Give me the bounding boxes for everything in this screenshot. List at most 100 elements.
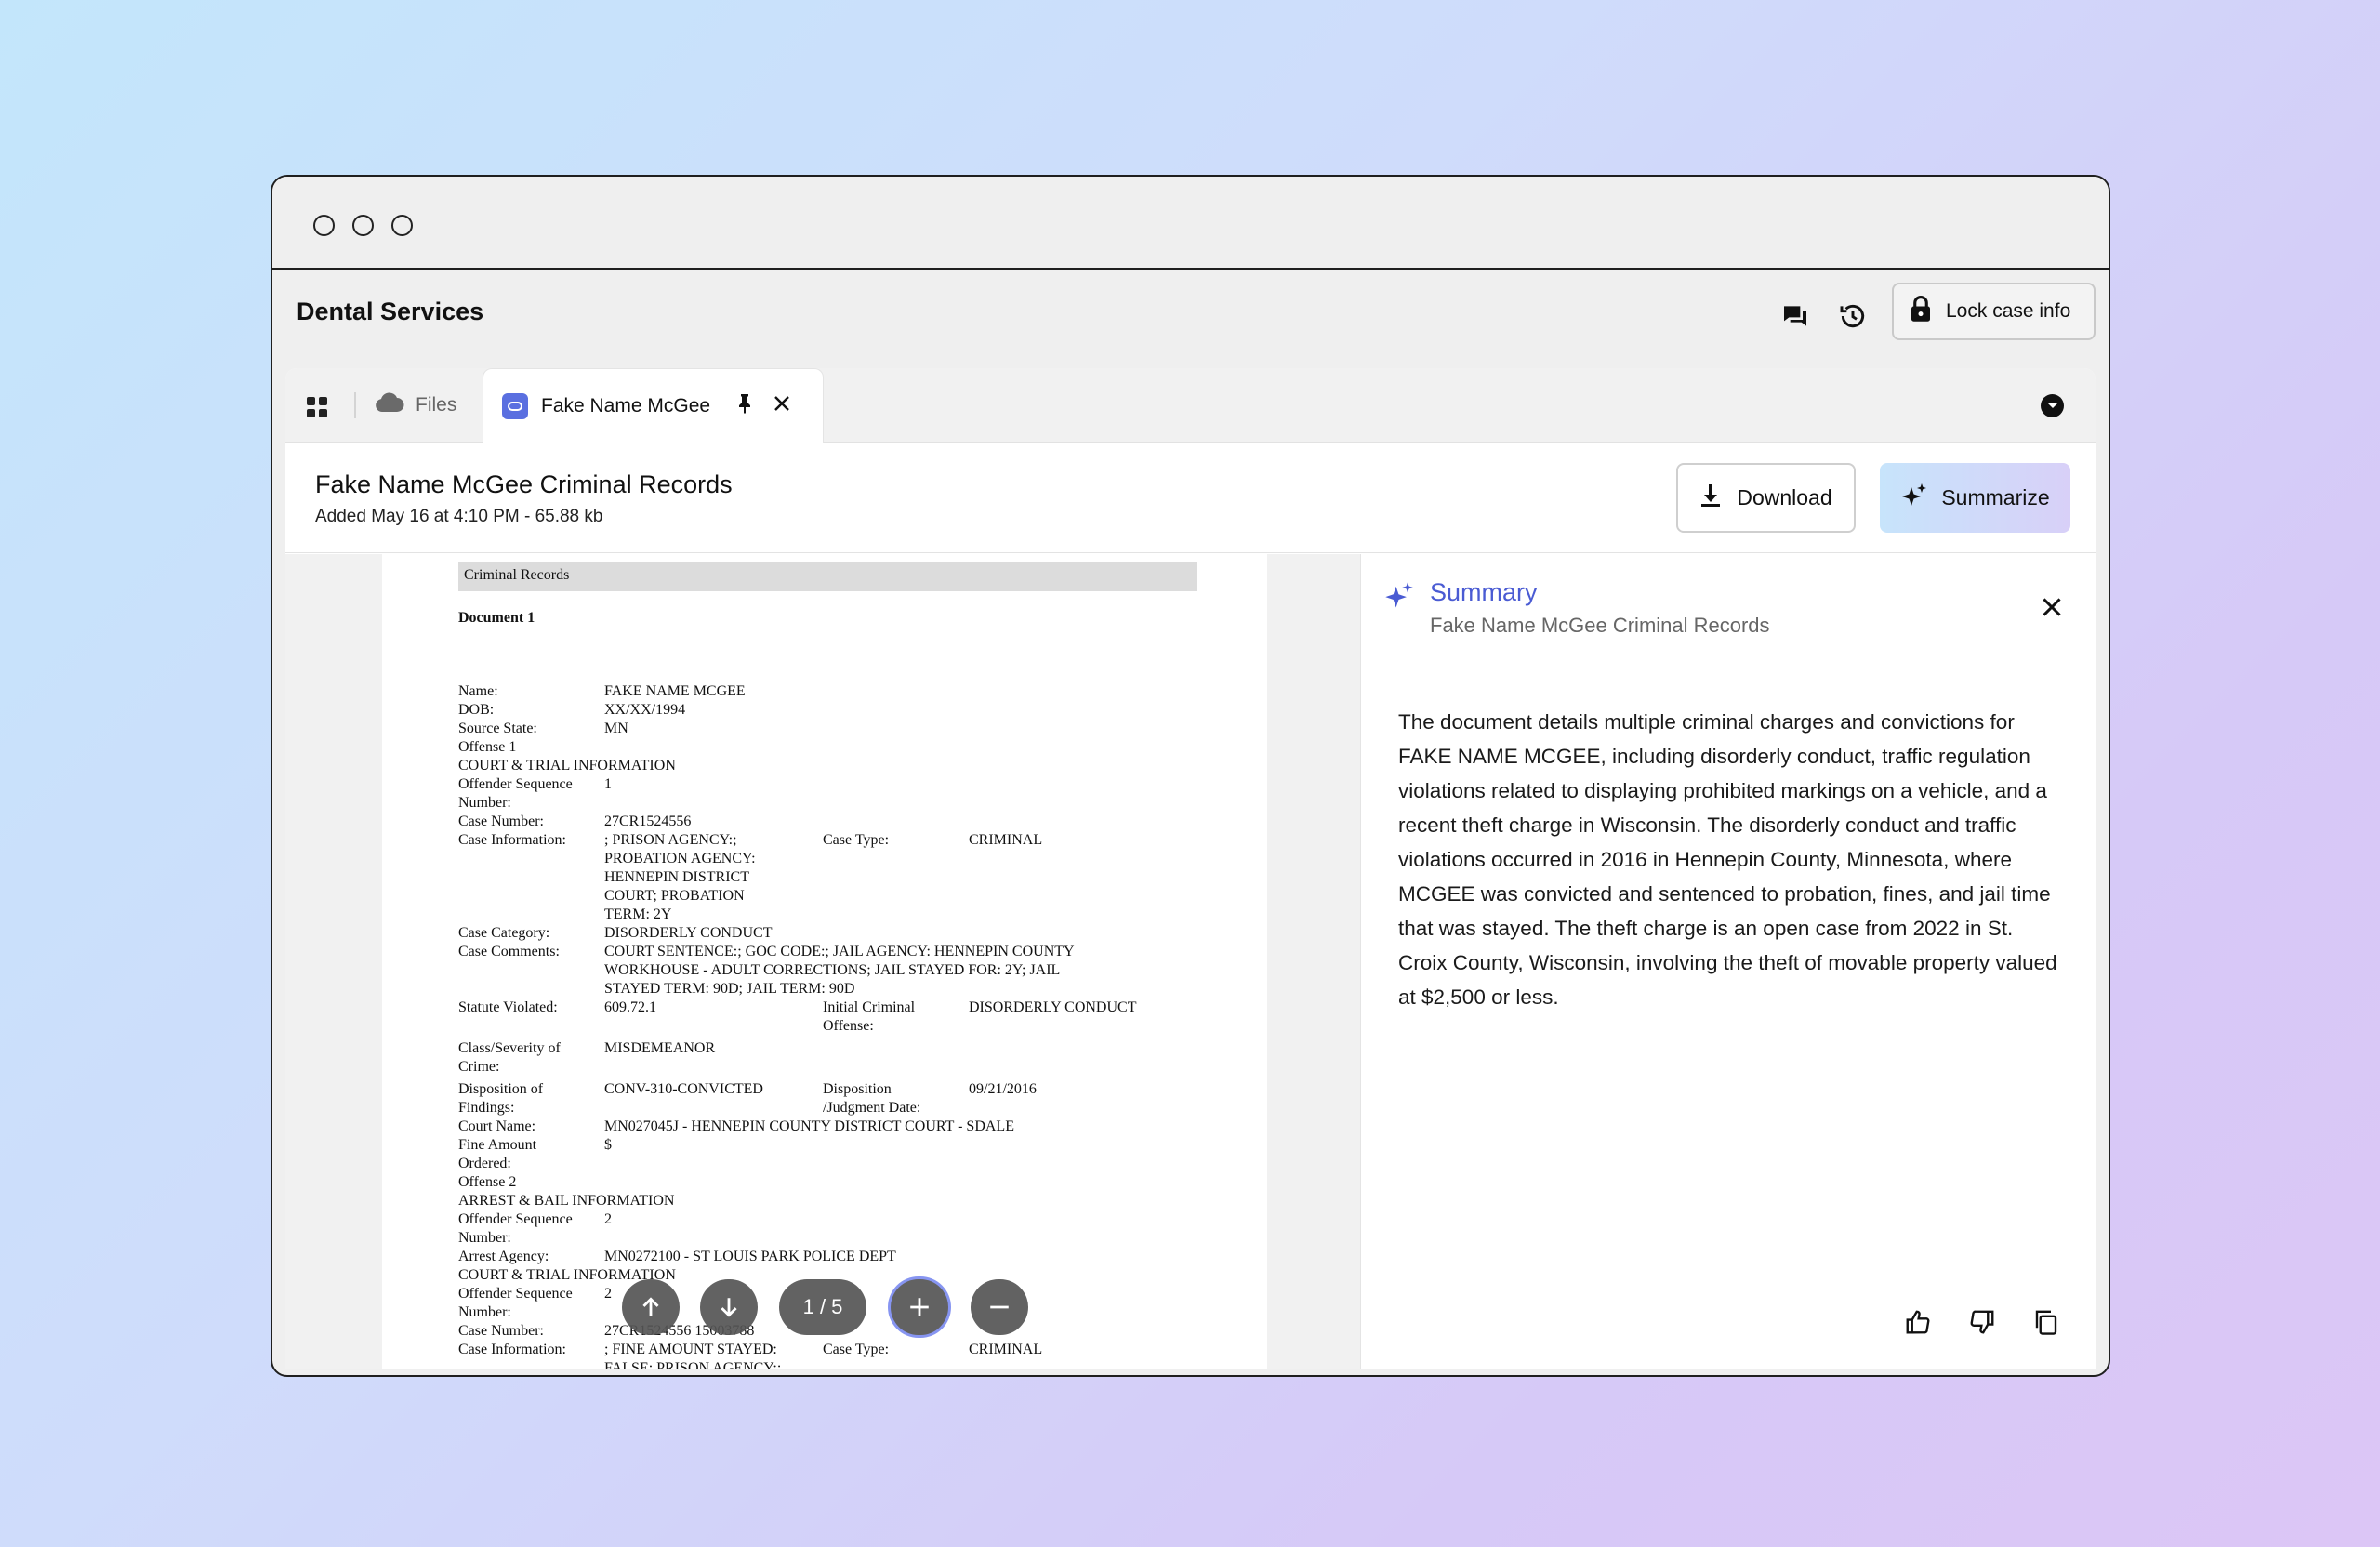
- close-tab-icon[interactable]: [774, 395, 790, 417]
- summarize-label: Summarize: [1941, 485, 2050, 509]
- document-line-text: Class/Severity of: [458, 1040, 561, 1056]
- document-line-text: Case Number:: [458, 1323, 544, 1339]
- pin-icon[interactable]: [736, 393, 753, 419]
- tab-files-label: Files: [416, 394, 457, 416]
- document-line-text: CRIMINAL: [969, 832, 1043, 848]
- close-summary-icon[interactable]: [2042, 597, 2062, 622]
- document-band-title: Criminal Records: [458, 562, 1197, 591]
- cloud-icon: [375, 392, 404, 418]
- download-icon: [1699, 483, 1722, 513]
- document-line-text: Number:: [458, 795, 511, 811]
- document-line-text: DOB:: [458, 702, 495, 718]
- document-line-text: Case Number:: [458, 813, 544, 829]
- document-line-text: Findings:: [458, 1100, 515, 1116]
- window-maximize-dot[interactable]: [391, 215, 413, 236]
- document-line-text: Source State:: [458, 721, 537, 736]
- document-line-text: Statute Violated:: [458, 999, 558, 1015]
- document-heading: Document 1: [458, 610, 536, 626]
- summary-body: The document details multiple criminal c…: [1398, 710, 2057, 1009]
- app-window: Dental Services Lock case info Files Fak…: [271, 175, 2110, 1377]
- grid-icon[interactable]: [306, 396, 328, 423]
- app-title: Dental Services: [297, 298, 484, 325]
- document-line-text: Case Category:: [458, 925, 550, 941]
- document-line-text: Offender Sequence: [458, 1286, 573, 1302]
- document-line-text: DISORDERLY CONDUCT: [604, 925, 773, 941]
- document-line-text: STAYED TERM: 90D; JAIL TERM: 90D: [604, 981, 855, 997]
- document-line-text: Disposition of: [458, 1081, 544, 1097]
- document-line-text: COURT & TRIAL INFORMATION: [458, 758, 676, 774]
- summary-footer: [1361, 1276, 2096, 1368]
- document-line-text: 09/21/2016: [969, 1081, 1037, 1097]
- sparkle-icon: [1383, 580, 1415, 616]
- document-line-text: Name:: [458, 683, 498, 699]
- arrow-up-icon: [642, 1297, 659, 1316]
- document-line-text: MN: [604, 721, 628, 736]
- document-line-text: MN027045J - HENNEPIN COUNTY DISTRICT COU…: [604, 1118, 1014, 1134]
- plus-icon: [910, 1298, 929, 1316]
- lock-case-info-button[interactable]: Lock case info: [1892, 283, 2096, 340]
- document-line-text: Court Name:: [458, 1118, 536, 1134]
- app-header: Dental Services Lock case info: [272, 271, 2109, 361]
- document-viewer[interactable]: Criminal Records Document 1 Name: FAKE NA…: [285, 554, 1360, 1368]
- window-titlebar: [272, 177, 2109, 270]
- document-line-text: Arrest Agency:: [458, 1249, 549, 1264]
- download-button[interactable]: Download: [1676, 463, 1856, 533]
- summary-header: Summary Fake Name McGee Criminal Records: [1361, 554, 2096, 668]
- page-up-button[interactable]: [622, 1279, 680, 1335]
- summary-subtitle: Fake Name McGee Criminal Records: [1430, 614, 1770, 637]
- document-line-text: Case Information:: [458, 1342, 566, 1357]
- document-line-text: Number:: [458, 1230, 511, 1246]
- document-line-text: Offense 2: [458, 1174, 517, 1190]
- zoom-out-button[interactable]: [971, 1279, 1028, 1335]
- document-icon: [502, 392, 528, 419]
- document-line-text: /Judgment Date:: [823, 1100, 921, 1116]
- document-line-text: ; PRISON AGENCY:;: [604, 832, 737, 848]
- document-title: Fake Name McGee Criminal Records: [315, 470, 733, 498]
- chat-icon[interactable]: [1778, 299, 1812, 333]
- document-line-text: TERM: 2Y: [604, 906, 672, 922]
- document-line-text: Offense 1: [458, 739, 517, 755]
- document-line-text: Offense:: [823, 1018, 874, 1034]
- document-line-text: 27CR1524556: [604, 813, 692, 829]
- document-line-text: FAKE NAME MCGEE: [604, 683, 746, 699]
- history-icon[interactable]: [1836, 299, 1870, 333]
- page-indicator: 1 / 5: [779, 1279, 866, 1335]
- tab-separator: [354, 392, 356, 418]
- window-minimize-dot[interactable]: [352, 215, 374, 236]
- zoom-in-button[interactable]: [891, 1279, 948, 1335]
- thumbs-down-icon[interactable]: [1968, 1308, 1996, 1341]
- copy-icon[interactable]: [2032, 1308, 2060, 1341]
- document-page: Criminal Records Document 1 Name: FAKE NA…: [382, 554, 1267, 1368]
- document-line-text: COURT SENTENCE:; GOC CODE:; JAIL AGENCY:…: [604, 944, 1075, 959]
- document-line-text: ; FINE AMOUNT STAYED:: [604, 1342, 777, 1357]
- document-line-text: CRIMINAL: [969, 1342, 1043, 1357]
- summary-panel: Summary Fake Name McGee Criminal Records…: [1361, 554, 2096, 1368]
- document-line-text: Case Type:: [823, 1342, 890, 1357]
- tab-fake-name-mcgee[interactable]: Fake Name McGee: [483, 368, 824, 443]
- document-line-text: 1: [604, 776, 612, 792]
- document-line-text: DISORDERLY CONDUCT: [969, 999, 1137, 1015]
- document-line-text: Ordered:: [458, 1156, 511, 1171]
- document-line-text: Crime:: [458, 1059, 500, 1075]
- document-line-text: 2: [604, 1286, 612, 1302]
- document-line-text: WORKHOUSE - ADULT CORRECTIONS; JAIL STAY…: [604, 962, 1061, 978]
- chevron-down-icon[interactable]: [2041, 394, 2064, 417]
- lock-case-info-label: Lock case info: [1946, 300, 2071, 322]
- document-line-text: Number:: [458, 1304, 511, 1320]
- document-line-text: ARREST & BAIL INFORMATION: [458, 1193, 675, 1209]
- summarize-button[interactable]: Summarize: [1880, 463, 2070, 533]
- document-line-text: 2: [604, 1211, 612, 1227]
- arrow-down-icon: [721, 1298, 737, 1317]
- document-line-text: COURT; PROBATION: [604, 888, 745, 904]
- document-line-text: HENNEPIN DISTRICT: [604, 869, 749, 885]
- tab-files[interactable]: Files: [375, 392, 456, 418]
- document-line-text: $: [604, 1137, 612, 1153]
- page-down-button[interactable]: [700, 1279, 758, 1335]
- document-line-text: Fine Amount: [458, 1137, 537, 1153]
- document-line-text: Case Type:: [823, 832, 890, 848]
- tab-active-label: Fake Name McGee: [541, 394, 711, 416]
- thumbs-up-icon[interactable]: [1904, 1308, 1932, 1341]
- document-line-text: MN0272100 - ST LOUIS PARK POLICE DEPT: [604, 1249, 896, 1264]
- window-close-dot[interactable]: [313, 215, 335, 236]
- document-line-text: Disposition: [823, 1081, 892, 1097]
